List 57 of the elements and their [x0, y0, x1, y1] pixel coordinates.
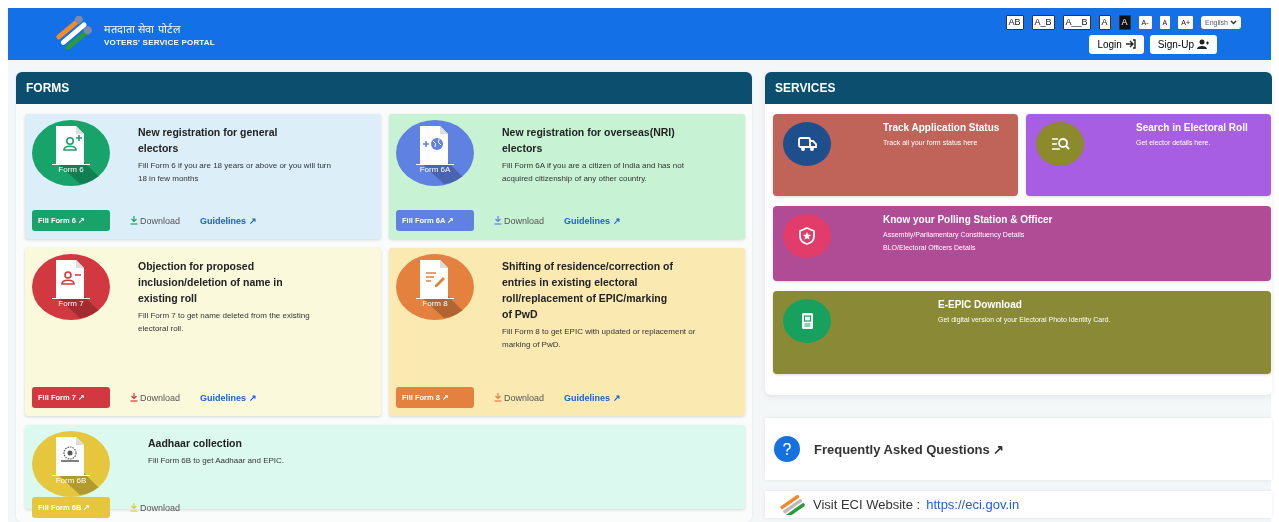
guidelines-link[interactable]: Guidelines ↗: [200, 392, 257, 403]
download-link[interactable]: Download: [494, 392, 545, 403]
service-title: Track Application Status: [883, 122, 1000, 133]
form-description: Fill Form 7 to get name deleted from the existing electoral roll.: [138, 310, 311, 335]
truck-icon: [797, 135, 817, 153]
form-number-label: Form 6B: [52, 475, 90, 485]
download-icon: [494, 393, 502, 402]
form-title: Aadhaar collection: [148, 436, 243, 451]
form-title: Shifting of residence/correction of entries in existing electoral roll/replacement of EPIC/marking of PwD: [502, 259, 674, 322]
form-description: Fill Form 6B to get Aadhaar and EPIC.: [148, 455, 286, 467]
form-title: New registration for overseas(NRI) electors: [502, 125, 676, 156]
download-icon: [130, 216, 138, 225]
download-link[interactable]: Download: [130, 215, 181, 226]
service-title: Search in Electoral Roll: [1136, 122, 1248, 133]
faq-card[interactable]: Frequently Asked Questions ↗: [765, 418, 1272, 480]
download-icon: [130, 393, 138, 402]
sign-up-button[interactable]: Sign-Up: [1149, 34, 1217, 54]
question-mark-icon: [783, 443, 791, 455]
panel-heading: FORMS: [16, 72, 752, 104]
shield-star-icon: [797, 227, 817, 245]
text-spacing-button[interactable]: AB: [1005, 14, 1024, 30]
contrast-button[interactable]: A: [1098, 14, 1111, 30]
logo-icon: [54, 16, 94, 52]
eci-link[interactable]: https://eci.gov.in: [926, 497, 1020, 512]
form-number-label: Form 8: [416, 298, 454, 308]
panel-heading: SERVICES: [765, 72, 1272, 104]
logo-icon: [779, 494, 807, 515]
portal-title: VOTERS' SERVICE PORTAL: [104, 38, 215, 47]
download-icon: [494, 216, 502, 225]
search-icon: [1050, 135, 1070, 153]
download-link[interactable]: Download: [494, 215, 545, 226]
form-description: Fill Form 6 if you are 18 years or above or you will turn 18 in few months: [138, 160, 332, 185]
form-number-label: Form 6: [52, 164, 90, 174]
faq-link[interactable]: Frequently Asked Questions ↗: [814, 441, 1005, 457]
service-title: Know your Polling Station & Officer: [883, 214, 1053, 225]
form-title: New registration for general electors: [138, 125, 279, 156]
form-description: Fill Form 6A if you are a citizen of India and has not acquired citizenship of any other country.: [502, 160, 685, 185]
text-spacing-button[interactable]: A_B: [1031, 14, 1055, 30]
download-icon: [130, 503, 138, 512]
portal-title-hindi: मतदाता सेवा पोर्टल: [104, 22, 182, 36]
user-plus-icon: [1197, 39, 1209, 49]
guidelines-link[interactable]: Guidelines ↗: [564, 215, 621, 226]
form-number-label: Form 6A: [416, 164, 454, 174]
eci-label: Visit ECI Website :: [813, 497, 921, 512]
guidelines-link[interactable]: Guidelines ↗: [564, 392, 621, 403]
form-number-label: Form 7: [52, 298, 90, 308]
download-link[interactable]: Download: [130, 502, 181, 513]
form-description: Fill Form 8 to get EPIC with updated or replacement or marking of PwD.: [502, 326, 697, 351]
service-title: E-EPIC Download: [938, 299, 1023, 310]
form-title: Objection for proposed inclusion/deletion of name in existing roll: [138, 259, 284, 306]
login-icon: [1124, 39, 1136, 49]
login-button[interactable]: Login: [1089, 34, 1144, 54]
text-spacing-button[interactable]: A__B: [1062, 14, 1091, 30]
chevron-down-icon: [1230, 19, 1237, 25]
guidelines-link[interactable]: Guidelines ↗: [200, 215, 257, 226]
download-link[interactable]: Download: [130, 392, 181, 403]
contrast-button[interactable]: A: [1118, 14, 1131, 30]
